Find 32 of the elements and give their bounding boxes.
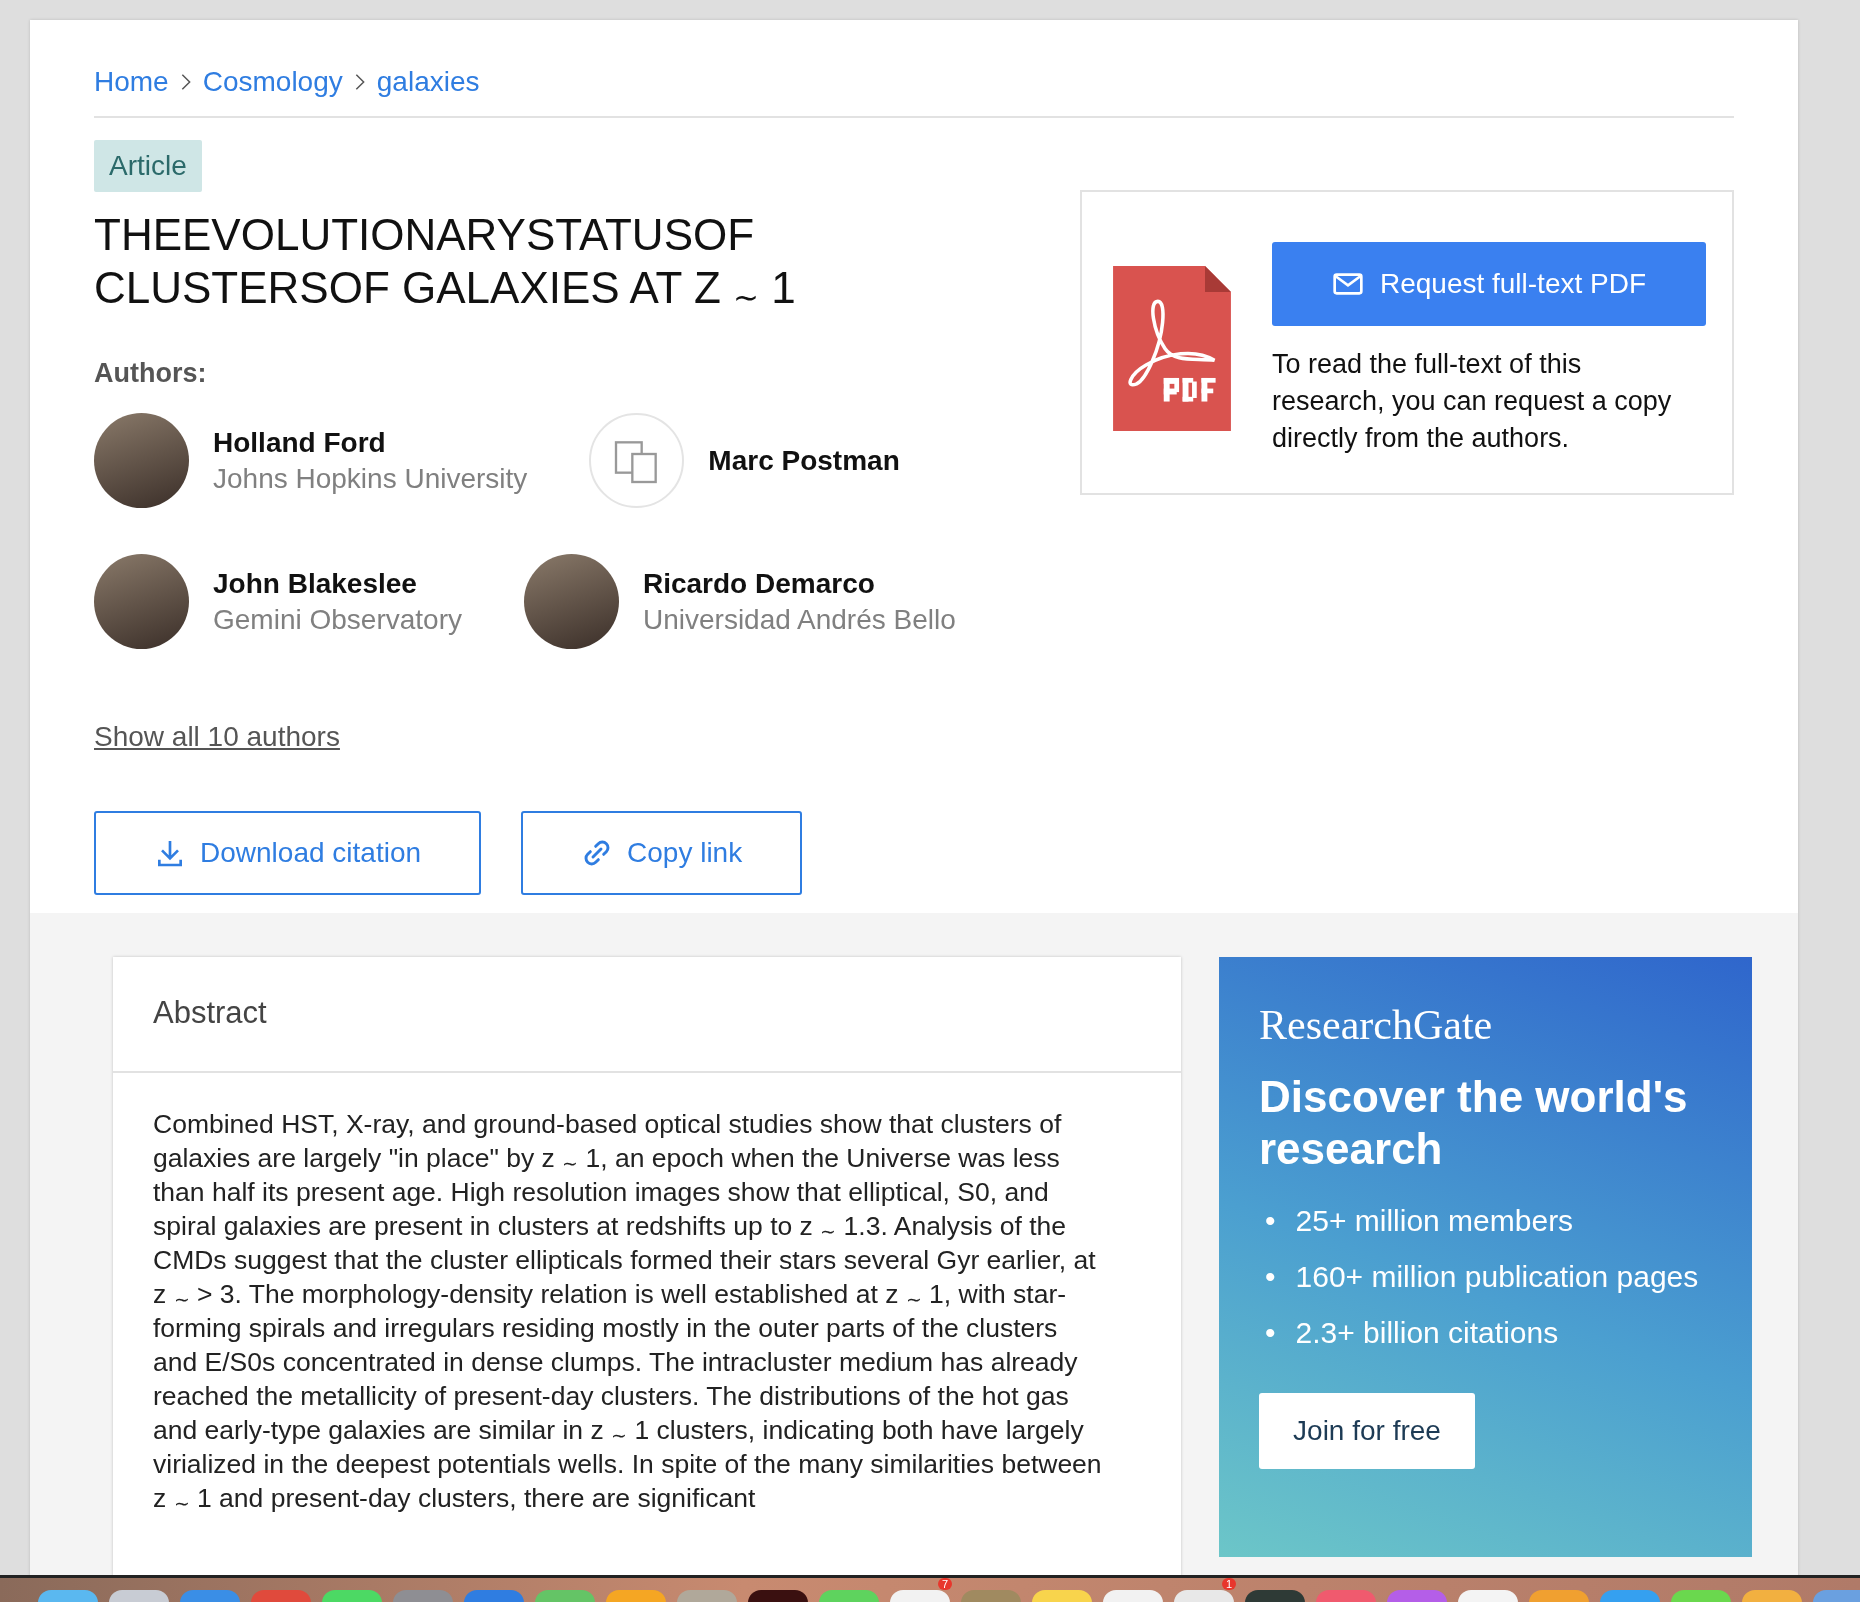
authors-label: Authors:: [94, 358, 208, 389]
author-affiliation: Johns Hopkins University: [213, 462, 528, 495]
abstract-heading: Abstract: [113, 957, 1181, 1073]
promo-point: 160+ million publication pages: [1295, 1259, 1699, 1295]
notification-badge: 1: [1222, 1578, 1236, 1590]
breadcrumb-link[interactable]: galaxies: [376, 66, 480, 98]
author-name[interactable]: Marc Postman: [708, 444, 900, 477]
request-pdf-button[interactable]: Request full-text PDF: [1272, 242, 1706, 326]
author-affiliation: Universidad Andrés Bello: [642, 603, 956, 636]
notification-badge: 7: [938, 1578, 952, 1590]
abstract-text: Combined HST, X-ray, and ground-based optical studies show that clusters of galaxies are largely "in place" by z $_{∼}$ 1, an epoch when the Universe was less than half its present age. High resolution images show that elliptical, S0, and spiral galaxies are present in clusters at redshifts up to z $_{∼}$ 1.3. Analysis of the CMDs suggest that the cluster ellipticals formed their stars several Gyr earlier, at z $_{∼}$ > 3. The morphology-density relation is well established at z $_{∼}$ 1, with star- forming spirals and irregulars residing mostly in the outer parts of the clusters and E/S0s concentrated in dense clumps. The intracluster medium has already reached the metallicity of present-day clusters. The distributions of the hot gas and early-type galaxies are similar in z $_{∼}$ 1 clusters, indicating both have largely virialized in the deepest potentials wells. In spite of the many similarities between z $_{∼}$ 1 and present-day clusters, there are significant: [152, 1108, 1103, 1515]
article-badge: Article: [94, 140, 202, 192]
bullet: •: [1265, 1203, 1276, 1239]
author-name[interactable]: John Blakeslee: [213, 567, 462, 600]
brand-logo: ResearchGate: [1259, 1001, 1494, 1049]
copy-link-button[interactable]: Copy link: [521, 811, 803, 895]
article-title: THEEVOLUTIONARYSTATUSOF CLUSTERSOF GALAXIES AT Z $_{∼}$ 1: [94, 209, 797, 314]
bullet: •: [1265, 1259, 1276, 1295]
show-all-authors-link[interactable]: Show all 10 authors: [94, 721, 340, 753]
join-button[interactable]: Join for free: [1259, 1393, 1475, 1469]
author-affiliation: Gemini Observatory: [213, 603, 462, 636]
promo-point: 25+ million members: [1295, 1203, 1574, 1239]
author-name[interactable]: Ricardo Demarco: [642, 567, 956, 600]
breadcrumb-link[interactable]: Cosmology: [202, 66, 343, 98]
breadcrumb-link[interactable]: Home: [94, 66, 169, 98]
bullet: •: [1265, 1315, 1276, 1351]
promo-point: 2.3+ billion citations: [1295, 1315, 1559, 1351]
request-description: To read the full-text of this research, you can request a copy directly from the authors.: [1272, 348, 1673, 455]
author-name[interactable]: Holland Ford: [213, 426, 528, 459]
download-citation-button[interactable]: Download citation: [94, 811, 482, 895]
pdf-file-icon: [1112, 266, 1232, 431]
promo-heading: Discover the world's research: [1259, 1071, 1689, 1175]
